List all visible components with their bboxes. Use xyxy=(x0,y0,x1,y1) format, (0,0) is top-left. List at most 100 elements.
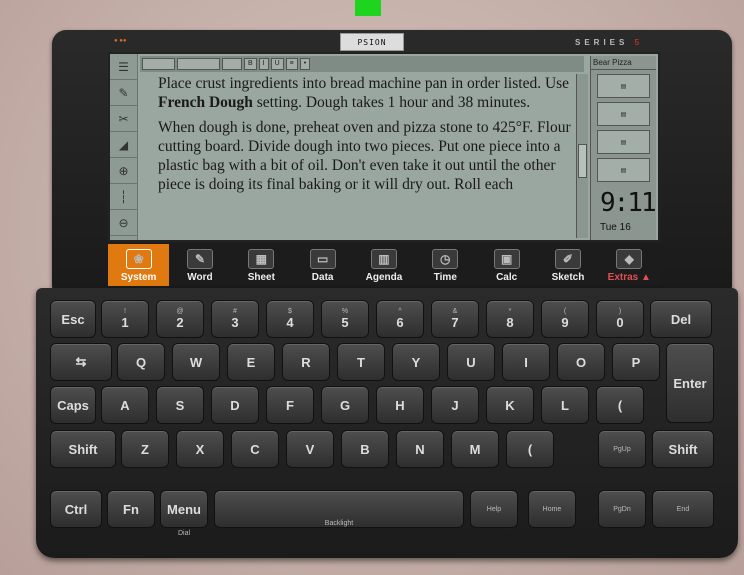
app-time[interactable]: ◷ Time xyxy=(415,244,476,286)
ctrl-key[interactable]: Ctrl xyxy=(50,490,102,528)
comma-key[interactable]: ( xyxy=(506,430,554,468)
number-key-symbol: ! xyxy=(124,308,126,315)
app-calc[interactable]: ▣ Calc xyxy=(476,244,537,286)
letter-key-y-label: Y xyxy=(411,354,421,370)
apostrophe-key-label: ( xyxy=(617,397,623,413)
app-data[interactable]: ▭ Data xyxy=(292,244,353,286)
sidebar-clipboard-icon[interactable]: ✎ xyxy=(110,80,137,106)
sidebar-zoom-out-icon[interactable]: ⊖ xyxy=(110,210,137,236)
letter-key-w[interactable]: W xyxy=(172,343,220,381)
letter-key-k[interactable]: K xyxy=(486,386,534,424)
menu-key[interactable]: Menu Dial xyxy=(160,490,208,537)
bold-button[interactable]: B xyxy=(243,58,257,70)
sidebar-menu-icon[interactable]: ☰ xyxy=(110,54,137,80)
letter-key-s[interactable]: S xyxy=(156,386,204,424)
sidebar-cut-icon[interactable]: ✂ xyxy=(110,106,137,132)
panel-button-2[interactable]: ▤ xyxy=(597,102,650,126)
number-key-8[interactable]: (9 xyxy=(541,300,589,338)
letter-key-q[interactable]: Q xyxy=(117,343,165,381)
panel-button-4[interactable]: ▤ xyxy=(597,158,650,182)
number-key-4[interactable]: % 5 xyxy=(321,300,369,338)
letter-key-j[interactable]: J xyxy=(431,386,479,424)
letter-key-l-label: L xyxy=(561,397,569,413)
apostrophe-key[interactable]: ( xyxy=(596,386,644,424)
green-tab xyxy=(355,0,381,16)
space-bar-label: Backlight xyxy=(324,520,354,527)
left-arrow-key[interactable]: Home xyxy=(528,490,576,528)
panel-button-3[interactable]: ▤ xyxy=(597,130,650,154)
tab-key[interactable]: ⇆ xyxy=(50,343,112,381)
letter-key-n[interactable]: N xyxy=(396,430,444,468)
app-bar: ❀ System ✎ Word ▦ Sheet ▭ Data ▥ Agenda ◷ Time… xyxy=(108,244,660,286)
letter-key-x[interactable]: X xyxy=(176,430,224,468)
caps-key[interactable]: Caps xyxy=(50,386,96,424)
file-title: Bear Pizza xyxy=(591,56,656,70)
sheet-icon: ▦ xyxy=(248,249,275,269)
letter-key-c[interactable]: C xyxy=(231,430,279,468)
letter-key-m-label: M xyxy=(469,441,481,457)
app-word[interactable]: ✎ Word xyxy=(169,244,230,286)
number-key-9[interactable]: ) 0 xyxy=(596,300,644,338)
sidebar-zoom-slider-icon[interactable]: ┆ xyxy=(110,184,137,210)
app-extras[interactable]: ◆ Extras ▲ xyxy=(599,244,660,286)
help-key[interactable]: Help xyxy=(470,490,518,528)
right-arrow-key[interactable]: End xyxy=(652,490,714,528)
vertical-scrollbar[interactable] xyxy=(576,74,588,238)
underline-button[interactable]: U xyxy=(270,58,284,70)
esc-key[interactable]: Esc xyxy=(50,300,96,338)
number-key-5[interactable]: ^ 6 xyxy=(376,300,424,338)
letter-key-q-label: Q xyxy=(135,354,147,370)
letter-key-l[interactable]: L xyxy=(541,386,589,424)
letter-key-s-label: S xyxy=(175,397,185,413)
scroll-thumb[interactable] xyxy=(578,144,587,178)
number-key-1[interactable]: @2 xyxy=(156,300,204,338)
left-shift-key[interactable]: Shift xyxy=(50,430,116,468)
number-key-3[interactable]: $4 xyxy=(266,300,314,338)
font-dropdown[interactable] xyxy=(177,58,221,70)
enter-key[interactable]: Enter xyxy=(666,343,714,423)
size-dropdown[interactable] xyxy=(222,58,242,70)
up-arrow-key[interactable]: PgUp xyxy=(598,430,646,468)
bullet-button[interactable]: • xyxy=(299,58,311,70)
letter-key-d[interactable]: D xyxy=(211,386,259,424)
letter-key-t[interactable]: T xyxy=(337,343,385,381)
letter-key-y[interactable]: Y xyxy=(392,343,440,381)
letter-key-m[interactable]: M xyxy=(451,430,499,468)
align-button[interactable]: ≡ xyxy=(285,58,298,70)
letter-key-i[interactable]: I xyxy=(502,343,550,381)
app-agenda[interactable]: ▥ Agenda xyxy=(353,244,414,286)
letter-key-e[interactable]: E xyxy=(227,343,275,381)
letter-key-a[interactable]: A xyxy=(101,386,149,424)
letter-key-b[interactable]: B xyxy=(341,430,389,468)
number-key-6[interactable]: & 7 xyxy=(431,300,479,338)
number-key-9-label: 0 xyxy=(616,315,624,330)
app-system[interactable]: ❀ System xyxy=(108,244,170,286)
sidebar-infrared-icon[interactable]: ◢ xyxy=(110,132,137,158)
letter-key-r[interactable]: R xyxy=(282,343,330,381)
letter-key-g[interactable]: G xyxy=(321,386,369,424)
letter-key-h[interactable]: H xyxy=(376,386,424,424)
letter-key-z-label: Z xyxy=(141,441,149,457)
document-body[interactable]: Place crust ingredients into bread machi… xyxy=(142,74,574,240)
bold-setting-name: French Dough xyxy=(158,94,253,111)
app-sheet[interactable]: ▦ Sheet xyxy=(231,244,292,286)
number-key-2[interactable]: #3 xyxy=(211,300,259,338)
fn-key[interactable]: Fn xyxy=(107,490,155,528)
app-sketch[interactable]: ✐ Sketch xyxy=(537,244,598,286)
space-bar[interactable]: Backlight xyxy=(214,490,464,528)
delete-key[interactable]: Del xyxy=(650,300,712,338)
letter-key-u[interactable]: U xyxy=(447,343,495,381)
letter-key-p[interactable]: P xyxy=(612,343,660,381)
italic-button[interactable]: I xyxy=(258,58,269,70)
letter-key-z[interactable]: Z xyxy=(121,430,169,468)
down-arrow-key[interactable]: PgDn xyxy=(598,490,646,528)
style-dropdown[interactable] xyxy=(142,58,176,70)
letter-key-v[interactable]: V xyxy=(286,430,334,468)
letter-key-f[interactable]: F xyxy=(266,386,314,424)
number-key-7[interactable]: * 8 xyxy=(486,300,534,338)
panel-button-1[interactable]: ▤ xyxy=(597,74,650,98)
sidebar-zoom-in-icon[interactable]: ⊕ xyxy=(110,158,137,184)
number-key-0[interactable]: ! 1 xyxy=(101,300,149,338)
right-shift-key[interactable]: Shift xyxy=(652,430,714,468)
letter-key-o[interactable]: O xyxy=(557,343,605,381)
